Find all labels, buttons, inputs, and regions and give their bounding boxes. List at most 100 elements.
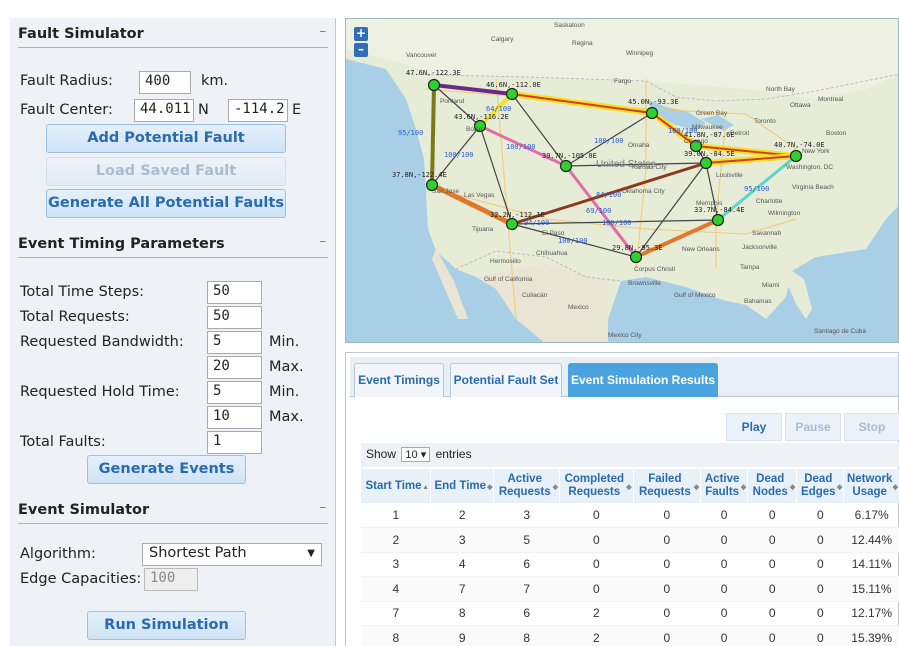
tab-event-timings[interactable]: Event Timings bbox=[354, 363, 444, 397]
table-cell: 6 bbox=[493, 552, 560, 577]
algorithm-value: Shortest Path bbox=[149, 545, 247, 561]
node-label: 47.6N,-122.3E bbox=[406, 69, 461, 77]
column-header-active-requests[interactable]: Active Requests ◆ bbox=[493, 469, 560, 503]
run-simulation-button[interactable]: Run Simulation bbox=[87, 611, 246, 640]
network-node bbox=[559, 159, 573, 173]
city-label: Boston bbox=[826, 130, 847, 137]
table-cell: 0 bbox=[796, 601, 844, 626]
sort-icon: ◆ bbox=[552, 484, 558, 491]
city-label: Chihuahua bbox=[536, 250, 568, 257]
bandwidth-min-input[interactable]: 5 bbox=[207, 331, 262, 354]
hold-min-input[interactable]: 5 bbox=[207, 381, 262, 404]
table-header-row: Start Time ▲ End Time ◆ Active Requests ◆ C… bbox=[361, 469, 899, 503]
zoom-in-button[interactable]: + bbox=[354, 27, 368, 41]
control-panel: Fault Simulator – Fault Radius: 400 km. … bbox=[10, 18, 336, 646]
hold-max-input[interactable]: 10 bbox=[207, 406, 262, 429]
city-label: Portland bbox=[440, 98, 465, 105]
bandwidth-max-input[interactable]: 20 bbox=[207, 356, 262, 379]
total-time-steps-input[interactable]: 50 bbox=[207, 281, 262, 304]
city-label: Saskatoon bbox=[554, 22, 585, 29]
link-label: 100/100 bbox=[444, 151, 474, 159]
event-simulator-header[interactable]: Event Simulator – bbox=[18, 498, 328, 524]
fault-center-label: Fault Center: bbox=[20, 102, 113, 118]
fault-center-lat-input[interactable]: 44.011 bbox=[134, 99, 194, 122]
generate-all-faults-button[interactable]: Generate All Potential Faults bbox=[46, 189, 286, 218]
entries-select[interactable]: 10 ▾ bbox=[401, 447, 431, 462]
generate-events-button[interactable]: Generate Events bbox=[87, 455, 246, 484]
city-label: North Bay bbox=[766, 86, 796, 93]
table-cell: 2 bbox=[559, 601, 634, 626]
stop-button[interactable]: Stop bbox=[844, 413, 899, 441]
column-header-dead-edges[interactable]: Dead Edges ◆ bbox=[796, 469, 845, 503]
edge-capacities-input[interactable]: 100 bbox=[144, 568, 198, 591]
city-label: Ottawa bbox=[790, 102, 811, 109]
fault-radius-unit: km. bbox=[201, 73, 229, 89]
column-header-start-time[interactable]: Start Time ▲ bbox=[361, 469, 432, 503]
fault-simulator-header[interactable]: Fault Simulator – bbox=[18, 22, 328, 48]
total-faults-input[interactable]: 1 bbox=[207, 431, 262, 454]
tab-bar: Event Timings Potential Fault Set Event … bbox=[350, 357, 898, 397]
play-button[interactable]: Play bbox=[726, 413, 782, 441]
collapse-icon[interactable]: – bbox=[320, 234, 327, 249]
results-panel: Event Timings Potential Fault Set Event … bbox=[345, 352, 899, 646]
load-saved-fault-button[interactable]: Load Saved Fault bbox=[46, 157, 286, 186]
chevron-down-icon: ▼ bbox=[307, 548, 315, 559]
sort-icon: ◆ bbox=[892, 484, 898, 491]
tab-potential-fault-set[interactable]: Potential Fault Set bbox=[450, 363, 562, 397]
table-cell: 0 bbox=[633, 601, 701, 626]
city-label: Brownsville bbox=[628, 280, 661, 287]
table-cell: 0 bbox=[747, 625, 797, 646]
country-label: United States bbox=[596, 159, 656, 170]
table-cell: 6 bbox=[493, 601, 560, 626]
column-header-network-usage[interactable]: Network Usage ◆ bbox=[843, 469, 899, 503]
entries-length-bar: Show 10 ▾ entries bbox=[361, 443, 899, 467]
algorithm-select[interactable]: Shortest Path ▼ bbox=[142, 543, 322, 566]
total-requests-input[interactable]: 50 bbox=[207, 306, 262, 329]
table-cell: 0 bbox=[700, 503, 748, 528]
table-cell: 6.17% bbox=[843, 503, 899, 528]
collapse-icon[interactable]: – bbox=[320, 500, 327, 515]
table-cell: 3 bbox=[361, 552, 431, 577]
column-header-label: Network Usage bbox=[846, 473, 893, 498]
column-header-label: Start Time bbox=[365, 479, 422, 492]
column-header-end-time[interactable]: End Time ◆ bbox=[430, 469, 495, 503]
column-header-active-faults[interactable]: Active Faults ◆ bbox=[700, 469, 749, 503]
table-row: 8 9 8 2 0 0 0 0 15.39% bbox=[361, 625, 899, 646]
column-header-completed-requests[interactable]: Completed Requests ◆ bbox=[559, 469, 634, 503]
max-label: Max. bbox=[269, 359, 304, 375]
city-label: Bahamas bbox=[744, 298, 772, 305]
city-label: Jacksonville bbox=[742, 244, 777, 251]
network-map[interactable]: 47.6N,-122.3E 46.6N,-112.0E 45.0N,-93.3E… bbox=[345, 18, 899, 343]
max-label: Max. bbox=[269, 409, 304, 425]
city-label: Vancouver bbox=[406, 52, 437, 59]
column-header-failed-requests[interactable]: Failed Requests ◆ bbox=[633, 469, 702, 503]
table-cell: 7 bbox=[493, 576, 560, 602]
total-requests-label: Total Requests: bbox=[20, 309, 130, 325]
table-cell: 5 bbox=[493, 527, 560, 553]
sort-icon: ◆ bbox=[740, 484, 747, 491]
table-cell: 0 bbox=[633, 552, 701, 577]
city-label: Gulf of Mexico bbox=[674, 292, 716, 299]
pause-button[interactable]: Pause bbox=[785, 413, 841, 441]
event-timing-header[interactable]: Event Timing Parameters – bbox=[18, 232, 328, 258]
city-label: Oklahoma City bbox=[622, 188, 665, 195]
add-potential-fault-button[interactable]: Add Potential Fault bbox=[46, 124, 286, 153]
sort-icon: ◆ bbox=[693, 484, 700, 491]
node-label: 43.6N,-116.2E bbox=[454, 113, 509, 121]
column-header-dead-nodes[interactable]: Dead Nodes ◆ bbox=[747, 469, 798, 503]
zoom-out-button[interactable]: – bbox=[354, 43, 368, 57]
table-cell: 0 bbox=[559, 527, 634, 553]
node-label: 46.6N,-112.0E bbox=[486, 81, 541, 89]
tab-event-simulation-results[interactable]: Event Simulation Results bbox=[568, 363, 718, 397]
table-cell: 12.17% bbox=[843, 601, 899, 626]
table-cell: 12.44% bbox=[843, 527, 899, 553]
table-row: 7 8 6 2 0 0 0 0 12.17% bbox=[361, 601, 899, 626]
table-cell: 3 bbox=[430, 527, 494, 553]
table-cell: 0 bbox=[700, 576, 748, 602]
collapse-icon[interactable]: – bbox=[320, 24, 327, 39]
table-cell: 8 bbox=[361, 625, 431, 646]
sort-icon: ◆ bbox=[836, 484, 843, 491]
fault-center-lon-input[interactable]: -114.2 bbox=[228, 99, 288, 122]
fault-radius-input[interactable]: 400 bbox=[139, 71, 191, 94]
link-label: 100/100 bbox=[506, 143, 536, 151]
